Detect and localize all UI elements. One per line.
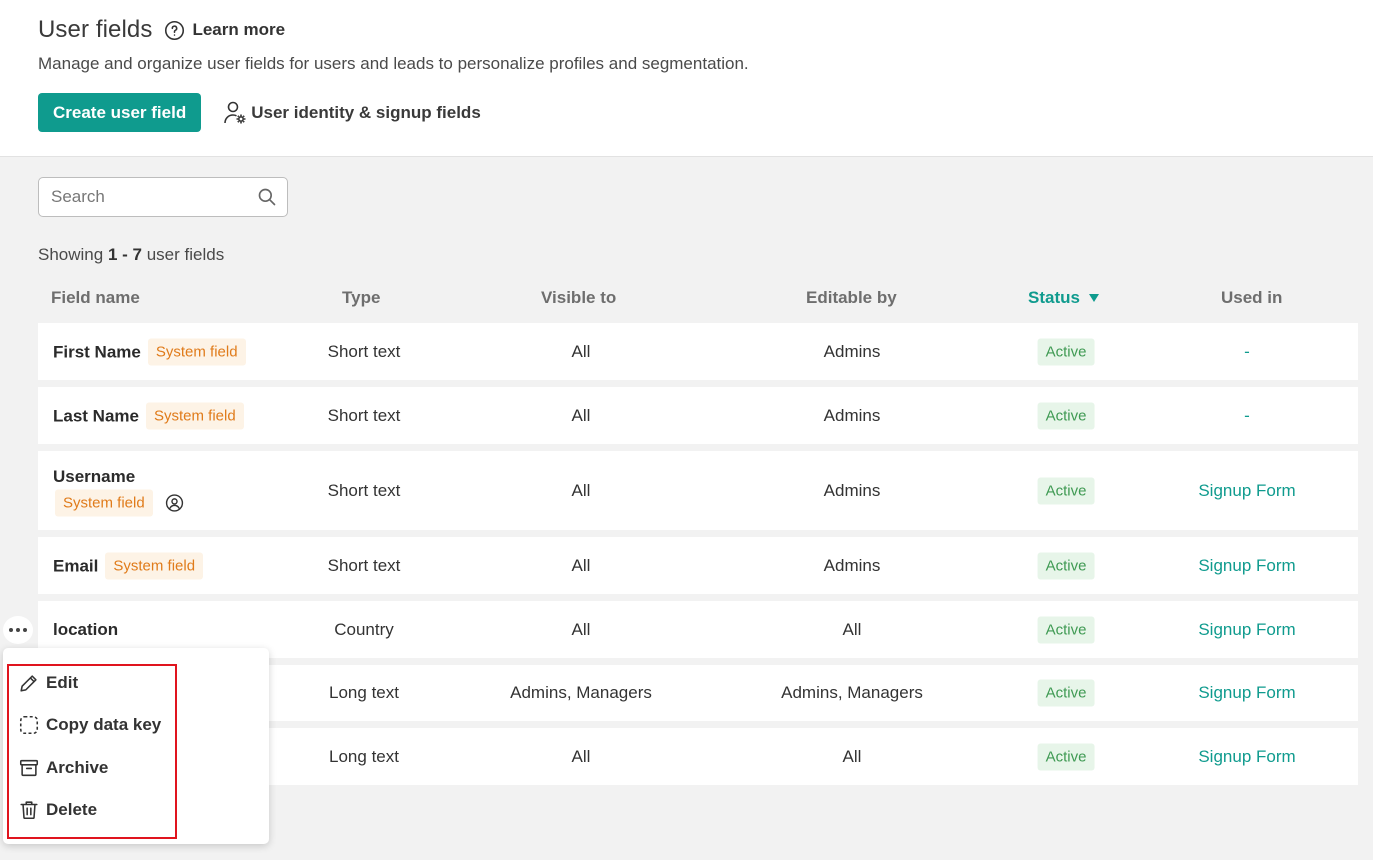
results-count-suffix: user fields (146, 245, 225, 264)
sort-descending-icon (1088, 294, 1099, 302)
column-header-used-in[interactable]: Used in (1221, 288, 1282, 308)
archive-icon (19, 759, 39, 777)
type-cell: Long text (329, 683, 399, 702)
used-in-link[interactable]: Signup Form (1198, 747, 1295, 767)
type-cell: Short text (327, 481, 401, 500)
field-name-cell: Last Name System field (53, 402, 244, 430)
copy-dashed-icon (19, 715, 39, 735)
menu-item-delete[interactable]: Delete (18, 799, 97, 821)
menu-item-label: Delete (46, 800, 98, 819)
used-in-link[interactable]: Signup Form (1198, 683, 1295, 703)
system-field-badge: System field (145, 402, 244, 430)
used-in-cell: - (1244, 342, 1250, 361)
field-name: First Name (53, 342, 141, 361)
field-name: Last Name (53, 406, 139, 425)
trash-icon (20, 801, 38, 820)
editable-by-cell: Admins (823, 556, 881, 575)
more-dot (23, 628, 27, 632)
column-header-visible-to[interactable]: Visible to (541, 288, 616, 308)
field-name-cell: First Name System field (53, 338, 246, 366)
visible-to-cell: All (571, 406, 591, 425)
learn-more-label: Learn more (192, 20, 286, 39)
type-cell: Short text (327, 406, 401, 425)
table-row[interactable]: Last Name System field Short text All Ad… (38, 387, 1358, 444)
title-row: User fields Learn more (38, 16, 285, 44)
field-name: location (53, 620, 119, 639)
used-in-link[interactable]: Signup Form (1198, 556, 1295, 576)
user-settings-icon (224, 101, 246, 123)
user-circle-icon (165, 494, 183, 512)
editable-by-cell: Admins, Managers (781, 683, 923, 702)
column-header-status[interactable]: Status (1028, 288, 1099, 308)
search-box (38, 177, 288, 217)
table-row[interactable]: First Name System field Short text All A… (38, 323, 1358, 380)
visible-to-cell: All (571, 747, 591, 766)
page-subtitle: Manage and organize user fields for user… (38, 54, 749, 73)
editable-by-cell: Admins (823, 481, 881, 500)
status-badge: Active (1037, 616, 1095, 644)
system-field-badge: System field (147, 338, 246, 366)
row-actions-menu: Edit Copy data key Archive Delete (3, 648, 269, 844)
help-circle-icon (165, 20, 185, 40)
system-field-badge: System field (105, 552, 204, 580)
editable-by-cell: All (842, 747, 862, 766)
type-cell: Long text (329, 747, 399, 766)
field-name: Email (53, 556, 99, 575)
learn-more-link[interactable]: Learn more (164, 20, 285, 41)
table-row[interactable]: Username System field Short text All Adm… (38, 451, 1358, 530)
used-in-cell: - (1244, 406, 1250, 425)
table-header: Field name Type Visible to Editable by S… (38, 285, 1358, 311)
visible-to-cell: All (571, 481, 591, 500)
editable-by-cell: All (842, 620, 862, 639)
type-cell: Short text (327, 342, 401, 361)
results-count: Showing 1 - 7 user fields (38, 245, 224, 265)
visible-to-cell: Admins, Managers (510, 683, 652, 702)
search-input[interactable] (39, 178, 249, 216)
type-cell: Country (334, 620, 394, 639)
page-header: User fields Learn more Manage and organi… (0, 0, 1373, 157)
field-badges: System field (55, 489, 184, 517)
column-header-type[interactable]: Type (342, 288, 380, 308)
field-name-cell: Email System field (53, 552, 204, 580)
user-identity-signup-fields-label: User identity & signup fields (251, 102, 481, 122)
row-actions-button[interactable] (3, 616, 33, 644)
column-header-status-label: Status (1028, 288, 1080, 307)
page-title: User fields (38, 16, 153, 43)
menu-item-copy-data-key[interactable]: Copy data key (18, 714, 161, 736)
column-header-editable-by[interactable]: Editable by (806, 288, 897, 308)
status-badge: Active (1037, 679, 1095, 707)
editable-by-cell: Admins (823, 406, 881, 425)
more-dot (16, 628, 20, 632)
more-dot (9, 628, 13, 632)
results-count-range: 1 - 7 (107, 245, 142, 264)
system-field-badge: System field (55, 489, 153, 517)
used-in-link[interactable]: Signup Form (1198, 481, 1295, 501)
menu-item-label: Archive (46, 758, 109, 777)
used-in-link[interactable]: Signup Form (1198, 620, 1295, 640)
status-badge: Active (1037, 338, 1095, 366)
pencil-icon (20, 675, 37, 692)
status-badge: Active (1037, 552, 1095, 580)
visible-to-cell: All (571, 620, 591, 639)
user-identity-signup-fields-link[interactable]: User identity & signup fields (223, 100, 481, 126)
type-cell: Short text (327, 556, 401, 575)
status-badge: Active (1037, 477, 1095, 505)
visible-to-cell: All (571, 342, 591, 361)
search-icon[interactable] (257, 187, 277, 207)
table-row[interactable]: Email System field Short text All Admins… (38, 537, 1358, 594)
editable-by-cell: Admins (823, 342, 881, 361)
status-badge: Active (1037, 743, 1095, 771)
menu-item-label: Copy data key (46, 715, 162, 734)
field-name: Username (53, 467, 136, 486)
status-badge: Active (1037, 402, 1095, 430)
header-actions: Create user field User identity & signup… (38, 93, 481, 132)
menu-item-archive[interactable]: Archive (18, 757, 108, 779)
results-count-prefix: Showing (38, 245, 104, 264)
visible-to-cell: All (571, 556, 591, 575)
menu-item-label: Edit (46, 673, 79, 692)
column-header-field-name[interactable]: Field name (51, 288, 140, 308)
create-user-field-button[interactable]: Create user field (38, 93, 202, 132)
menu-item-edit[interactable]: Edit (18, 672, 78, 694)
